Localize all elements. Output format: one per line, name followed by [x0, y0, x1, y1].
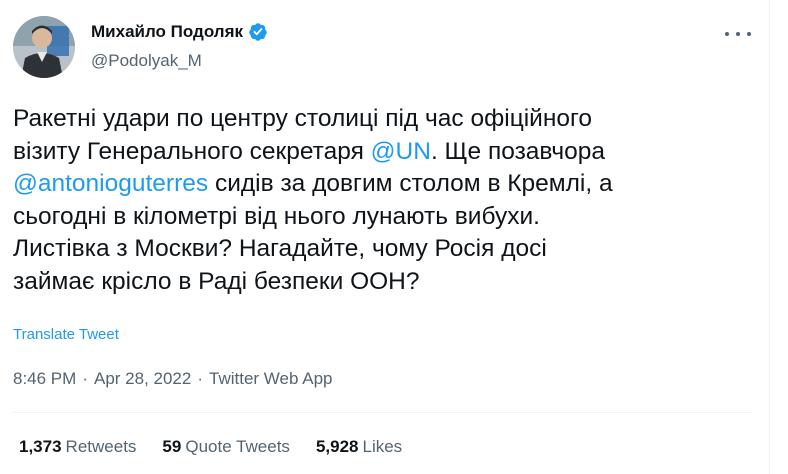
- tweet-source[interactable]: Twitter Web App: [209, 369, 332, 389]
- likes-stat[interactable]: 5,928 Likes: [316, 437, 402, 457]
- quote-tweets-count: 59: [162, 437, 182, 456]
- tweet-stats: 1,373 Retweets 59 Quote Tweets 5,928 Lik…: [19, 437, 428, 457]
- retweets-stat[interactable]: 1,373 Retweets: [19, 437, 136, 457]
- tweet-time[interactable]: 8:46 PM: [13, 369, 76, 389]
- verified-badge-icon: [249, 23, 267, 41]
- retweets-count: 1,373: [19, 437, 62, 456]
- tweet-meta: 8:46 PM · Apr 28, 2022 · Twitter Web App: [13, 369, 332, 389]
- tweet-text-segment: сидів за довгим столом в Кремлі, а: [208, 170, 613, 198]
- tweet-text: Ракетні удари по центру столиці під час …: [13, 103, 753, 299]
- quote-tweets-stat[interactable]: 59 Quote Tweets: [162, 437, 290, 457]
- more-options-icon[interactable]: [725, 23, 751, 45]
- more-dot: [736, 32, 740, 36]
- tweet-text-segment: візиту Генерального секретаря: [13, 137, 371, 165]
- tweet-line: @antonioguterres сидів за довгим столом …: [13, 168, 753, 201]
- author-handle[interactable]: @Podolyak_M: [91, 51, 202, 71]
- tweet-card: Михайло Подоляк @Podolyak_M Ракетні удар…: [0, 0, 770, 474]
- tweet-date[interactable]: Apr 28, 2022: [94, 369, 191, 389]
- author-name[interactable]: Михайло Подоляк: [91, 22, 243, 42]
- meta-separator: ·: [82, 369, 88, 388]
- likes-count: 5,928: [315, 437, 359, 456]
- more-dot: [725, 32, 729, 36]
- tweet-line: візиту Генерального секретаря @UN. Ще по…: [13, 136, 753, 169]
- likes-label: Likes: [362, 437, 403, 456]
- translate-tweet-link[interactable]: Translate Tweet: [13, 326, 119, 343]
- author-name-row: Михайло Подоляк: [91, 22, 268, 42]
- meta-separator: ·: [197, 369, 204, 388]
- mention-link-un[interactable]: @UN: [371, 138, 431, 165]
- quote-tweets-label: Quote Tweets: [185, 437, 290, 456]
- tweet-line: Ракетні удари по центру столиці під час …: [13, 105, 593, 132]
- tweet-line: Листівка з Москви? Нагадайте, чому Росія…: [13, 235, 547, 263]
- tweet-line: займає крісло в Раді безпеки ООН?: [13, 267, 420, 295]
- avatar-image: [13, 16, 75, 78]
- tweet-line: сьогодні в кілометрі від нього лунають в…: [13, 202, 540, 230]
- avatar[interactable]: [13, 16, 75, 78]
- tweet-text-segment: . Ще позавчора: [430, 137, 605, 165]
- retweets-label: Retweets: [65, 437, 137, 456]
- mention-link-antonioguterres[interactable]: @antonioguterres: [13, 170, 208, 197]
- more-dot: [747, 32, 751, 36]
- divider: [13, 412, 753, 413]
